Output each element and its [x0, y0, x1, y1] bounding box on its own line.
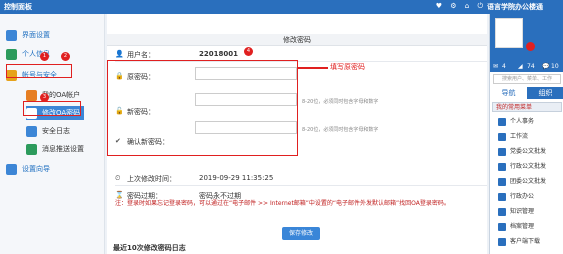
list-item[interactable]: 党委公文批发 — [498, 146, 546, 156]
top-bar: 控制面板 ♥ ⚙ ⌂ ⏻ 语言学院办公楼通 — [0, 0, 563, 14]
nav-security-log[interactable]: 安全日志 — [26, 124, 70, 138]
person-icon — [6, 48, 17, 60]
chat-icon — [26, 143, 37, 155]
counters: ✉ 4 ◢ 74 💬 10 — [490, 62, 563, 72]
highlight-account-security — [6, 64, 72, 78]
nav-ui-settings[interactable]: 界面设置 — [6, 28, 50, 42]
shield-icon — [26, 125, 37, 137]
nav-oa-account[interactable]: 我的OA帐户 — [26, 88, 80, 102]
monitor-icon — [6, 29, 17, 41]
panel-title: 修改密码 — [107, 34, 487, 46]
notification-badge — [526, 42, 535, 51]
current-user: 语言学院办公楼通 — [487, 3, 543, 11]
list-item[interactable]: 工作流 — [498, 131, 528, 141]
list-item[interactable]: 行政办公 — [498, 191, 534, 201]
home-icon[interactable]: ⌂ — [465, 2, 469, 10]
confirm-password-hint: 8-20位，必须同时包含字母和数字 — [302, 127, 379, 133]
notice-text: 注：登录时如果忘记登录密码，可以通过在“电子邮件 >> Internet邮箱”中… — [115, 200, 450, 207]
profile-area — [490, 14, 563, 62]
nav-message-settings[interactable]: 消息推送设置 — [26, 142, 84, 156]
gear-icon[interactable]: ⚙ — [450, 2, 456, 10]
workflow-icon — [498, 132, 506, 141]
chat-icon[interactable]: 💬 — [542, 63, 549, 70]
annotation-4: 4 — [244, 47, 253, 56]
username-value: 22018001 — [199, 50, 238, 58]
annotation-1: 1 — [40, 52, 49, 61]
mail-icon[interactable]: ✉ — [493, 63, 498, 70]
folder-icon — [498, 147, 506, 156]
search-input[interactable]: 搜索用户、菜单、工作 — [493, 74, 561, 84]
right-tabs: 导航 组织 — [490, 87, 563, 99]
wizard-icon — [6, 163, 17, 175]
user-card-icon — [26, 89, 37, 101]
right-panel: ✉ 4 ◢ 74 💬 10 搜索用户、菜单、工作 导航 组织 我的常用菜单 个人… — [489, 14, 563, 254]
annotation-2: 2 — [61, 52, 70, 61]
power-icon[interactable]: ⏻ — [477, 2, 483, 10]
office-icon — [498, 192, 506, 201]
heart-icon[interactable]: ♥ — [436, 2, 442, 10]
log-title: 最近10次修改密码日志 — [113, 244, 186, 252]
clock-icon: ⏲ — [115, 174, 121, 182]
nav-setup-wizard[interactable]: 设置向导 — [6, 162, 50, 176]
list-item[interactable]: 客户端下载 — [498, 236, 540, 246]
list-item[interactable]: 档案管理 — [498, 221, 534, 231]
list-item[interactable]: 团委公文批发 — [498, 176, 546, 186]
fav-menu-header[interactable]: 我的常用菜单 — [492, 102, 562, 112]
top-icons: ♥ ⚙ ⌂ ⏻ — [430, 2, 483, 11]
folder-icon — [498, 177, 506, 186]
app-title: 控制面板 — [4, 3, 32, 11]
annotation-arrow — [298, 67, 328, 69]
annotation-3: 3 — [40, 93, 49, 102]
avatar[interactable] — [495, 18, 523, 48]
highlight-change-password — [23, 101, 81, 116]
archive-icon — [498, 222, 506, 231]
new-password-hint: 8-20位，必须同时包含字母和数字 — [302, 99, 379, 105]
tab-nav[interactable]: 导航 — [490, 87, 527, 99]
user-icon: 👤 — [115, 50, 124, 58]
last-change-value: 2019-09-29 11:35:25 — [199, 174, 274, 182]
highlight-password-fields — [107, 60, 298, 156]
list-item[interactable]: 个人事务 — [498, 116, 534, 126]
folder-icon — [498, 162, 506, 171]
left-nav: 界面设置 个人信息 帐号与安全 我的OA帐户 修改OA密码 安全日志 消息推送设… — [0, 14, 105, 254]
download-icon — [498, 237, 506, 246]
book-icon — [498, 207, 506, 216]
briefcase-icon — [498, 117, 506, 126]
list-item[interactable]: 知识管理 — [498, 206, 534, 216]
list-item[interactable]: 行政公文批发 — [498, 161, 546, 171]
save-button[interactable]: 保存修改 — [282, 227, 320, 240]
sms-icon[interactable]: ◢ — [518, 63, 523, 70]
tab-org[interactable]: 组织 — [527, 87, 563, 99]
annotation-note: 填写原密码 — [330, 63, 365, 71]
